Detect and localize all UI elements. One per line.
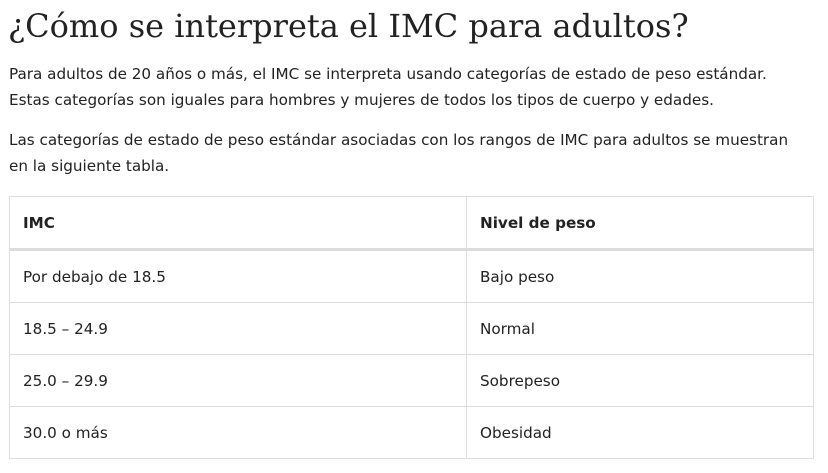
table-cell-weight-level: Bajo peso: [466, 249, 814, 303]
table-cell-imc: 18.5 – 24.9: [9, 302, 467, 355]
column-header-weight-level: Nivel de peso: [466, 196, 814, 251]
table-intro-paragraph-line: Las categorías de estado de peso estánda…: [9, 131, 789, 149]
intro-paragraph: Para adultos de 20 años o más, el IMC se…: [9, 61, 767, 113]
table-cell-imc: Por debajo de 18.5: [9, 249, 467, 303]
table-cell-imc: 30.0 o más: [9, 406, 467, 459]
page-title: ¿Cómo se interpreta el IMC para adultos?: [8, 7, 689, 45]
table-intro-paragraph-line: en la siguiente tabla.: [9, 157, 170, 175]
table-header-row: IMC Nivel de peso: [9, 196, 814, 251]
table-row: 18.5 – 24.9 Normal: [9, 302, 814, 355]
table-cell-weight-level: Sobrepeso: [466, 354, 814, 407]
table-cell-imc: 25.0 – 29.9: [9, 354, 467, 407]
table-row: Por debajo de 18.5 Bajo peso: [9, 249, 814, 303]
intro-paragraph-line: Para adultos de 20 años o más, el IMC se…: [9, 65, 767, 83]
table-intro-paragraph: Las categorías de estado de peso estánda…: [9, 127, 788, 179]
column-header-imc: IMC: [9, 196, 467, 251]
table-row: 25.0 – 29.9 Sobrepeso: [9, 354, 814, 407]
intro-paragraph-line: Estas categorías son iguales para hombre…: [9, 91, 714, 109]
table-row: 30.0 o más Obesidad: [9, 406, 814, 459]
table-cell-weight-level: Normal: [466, 302, 814, 355]
bmi-category-table: IMC Nivel de peso Por debajo de 18.5 Baj…: [9, 196, 814, 459]
table-cell-weight-level: Obesidad: [466, 406, 814, 459]
